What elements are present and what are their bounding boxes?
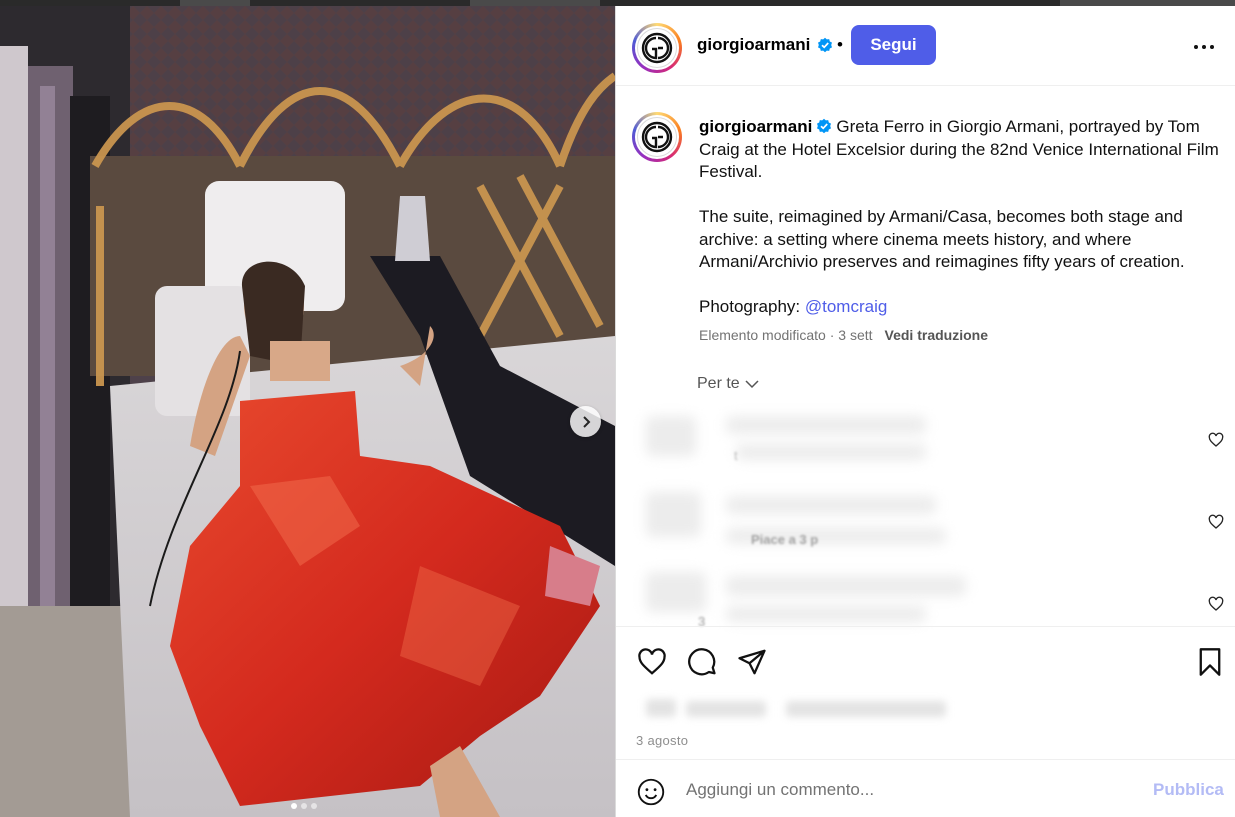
comment-item: Piace a 3 p [616,492,1235,562]
post-caption: giorgioarmani Greta Ferro in Giorgio Arm… [699,116,1219,341]
verified-badge-icon [817,118,832,134]
verified-badge-icon [818,37,832,53]
emoji-icon[interactable] [637,778,665,806]
carousel-next-button[interactable] [570,406,601,437]
caption-avatar[interactable] [632,112,682,162]
comment-sort-dropdown[interactable]: Per te [697,375,759,393]
comment-heart-icon[interactable] [1208,596,1224,612]
carousel-indicator [291,803,317,809]
photographer-mention-link[interactable]: @tomcraig [805,297,887,316]
caption-photo-credit: Photography: [699,297,805,316]
more-options-icon[interactable] [1193,36,1215,58]
chevron-down-icon [745,380,759,389]
armani-logo [637,28,677,68]
heart-icon[interactable] [637,647,667,677]
blurred-comment [646,572,976,632]
post-photo [0,6,615,817]
comment-heart-icon[interactable] [1208,514,1224,530]
bookmark-icon[interactable] [1196,647,1224,677]
caption-meta: Elemento modificato · 3 sett Vedi traduzi… [699,327,988,343]
post-actions: 3 agosto [616,626,1235,766]
post-header: giorgioarmani • Segui [616,6,1235,86]
blurred-likes [646,699,946,719]
post-details-panel: giorgioarmani • Segui giorgioarmani Gret… [615,6,1235,817]
separator-dot: • [837,35,843,54]
carousel-dot-active [291,803,297,809]
comment-fragment: Piace a 3 p [751,532,819,547]
comment-item: t [616,416,1235,486]
caption-username[interactable]: giorgioarmani [699,117,812,136]
share-icon[interactable] [737,647,767,677]
sort-label: Per te [697,375,740,392]
post-author-username[interactable]: giorgioarmani [697,35,810,55]
avatar[interactable] [632,23,682,73]
edited-timestamp: Elemento modificato · 3 sett [699,327,873,343]
armani-logo [637,117,677,157]
comment-icon[interactable] [687,647,717,677]
comment-fragment: t [734,448,738,463]
comment-heart-icon[interactable] [1208,432,1224,448]
chevron-right-icon [582,415,590,428]
ga-logo-icon [641,32,673,64]
carousel-dot [311,803,317,809]
follow-button[interactable]: Segui [851,25,936,65]
photo-illustration [0,6,615,817]
carousel-dot [301,803,307,809]
ga-logo-icon [641,121,673,153]
blurred-comment [646,416,976,476]
post-date: 3 agosto [636,733,689,748]
see-translation-link[interactable]: Vedi traduzione [885,327,988,343]
comment-input[interactable] [686,776,1136,804]
comment-composer: Pubblica [616,759,1235,817]
caption-text-2: The suite, reimagined by Armani/Casa, be… [699,207,1185,271]
publish-button[interactable]: Pubblica [1153,780,1224,800]
